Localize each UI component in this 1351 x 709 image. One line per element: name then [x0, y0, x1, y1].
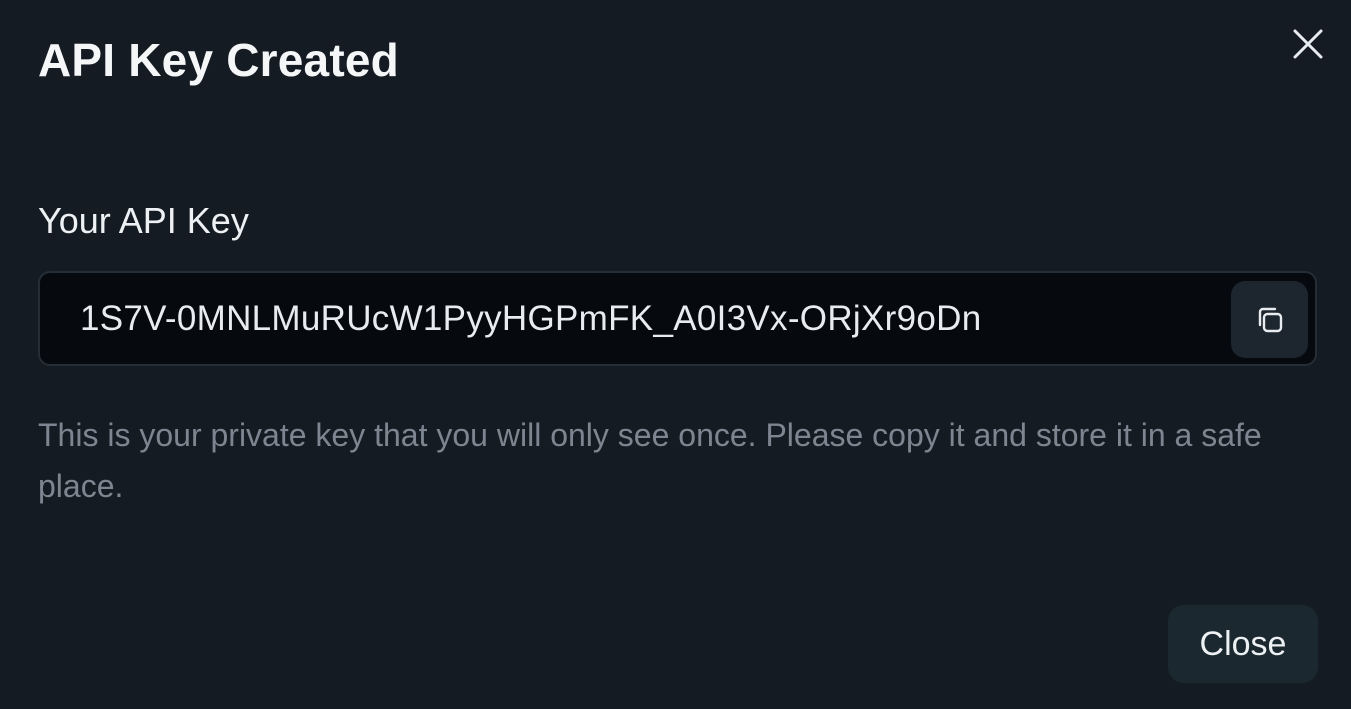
api-key-label: Your API Key — [38, 200, 249, 241]
dialog-close-x-button[interactable] — [1284, 20, 1332, 68]
api-key-dialog: API Key Created Your API Key 1S7V-0MNLMu… — [0, 0, 1351, 709]
copy-icon — [1258, 307, 1282, 332]
copy-api-key-button[interactable] — [1231, 281, 1308, 358]
dialog-title: API Key Created — [38, 34, 399, 86]
api-key-field: 1S7V-0MNLMuRUcW1PyyHGPmFK_A0I3Vx-ORjXr9o… — [38, 271, 1317, 366]
api-key-value[interactable]: 1S7V-0MNLMuRUcW1PyyHGPmFK_A0I3Vx-ORjXr9o… — [80, 273, 981, 364]
helper-text: This is your private key that you will o… — [38, 417, 1262, 504]
close-button[interactable]: Close — [1168, 605, 1318, 683]
close-icon — [1293, 29, 1323, 59]
